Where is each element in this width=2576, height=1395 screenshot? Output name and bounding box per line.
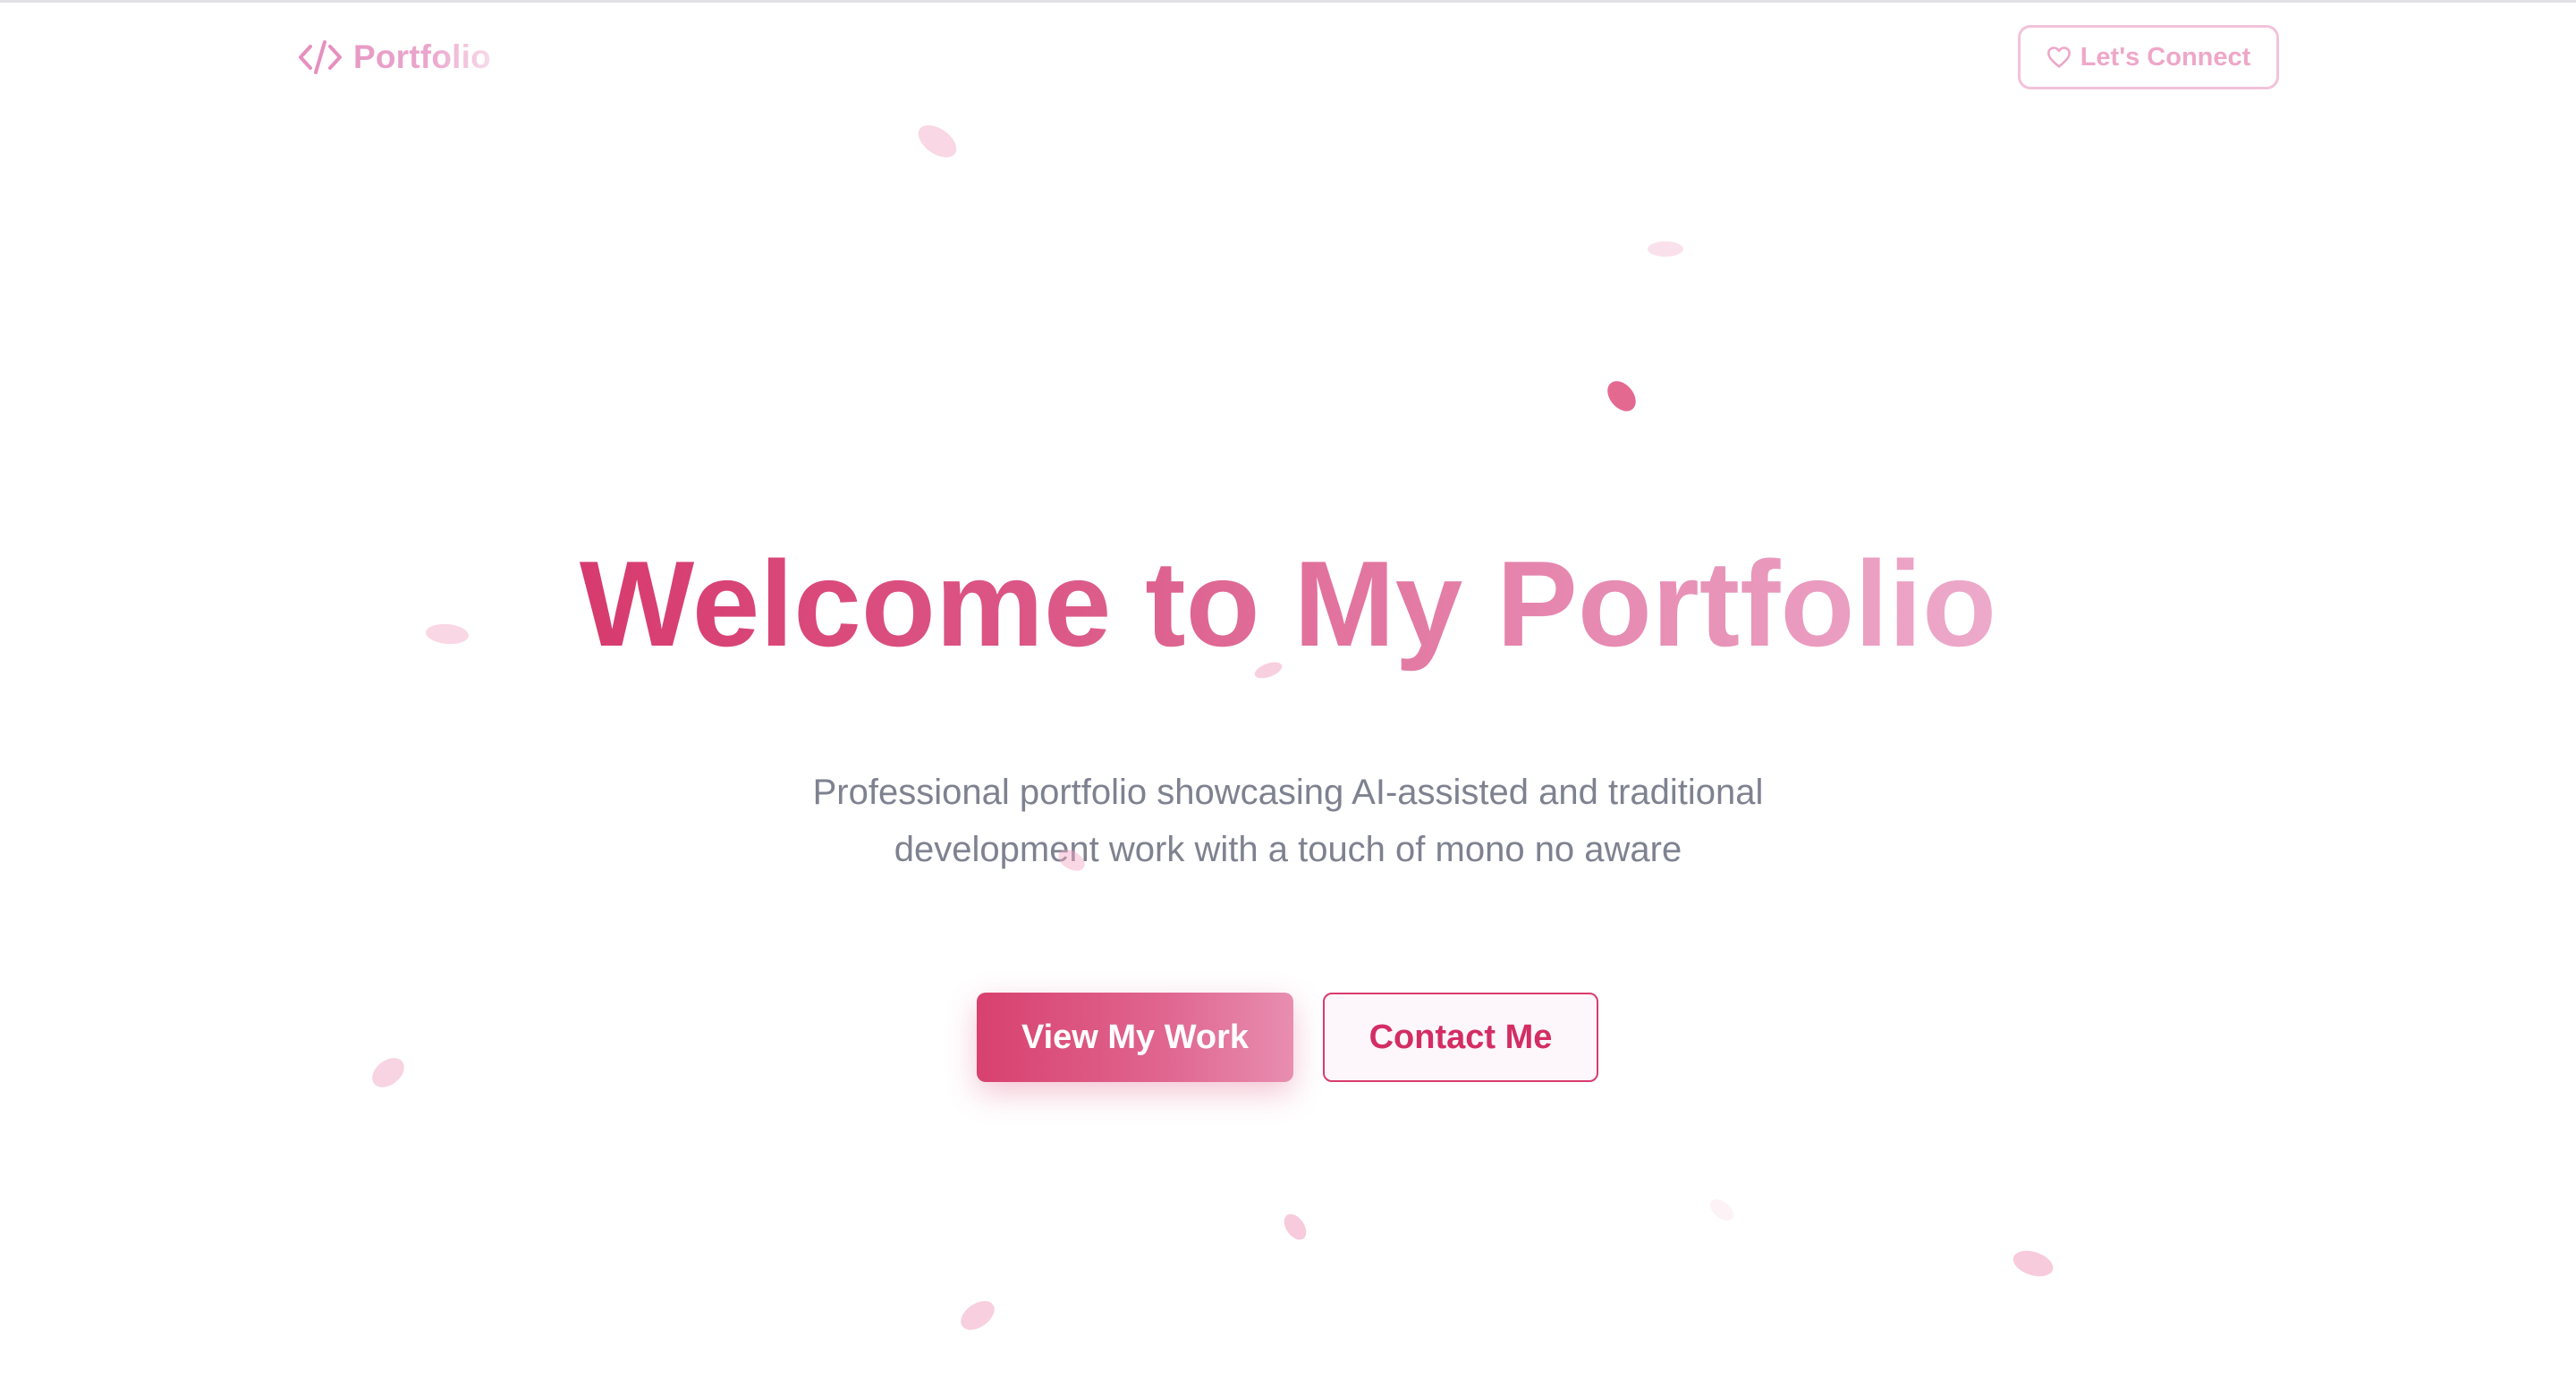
- contact-me-button[interactable]: Contact Me: [1323, 993, 1598, 1082]
- contact-me-label: Contact Me: [1368, 1018, 1553, 1056]
- hero-subtitle: Professional portfolio showcasing AI-ass…: [680, 764, 1896, 878]
- lets-connect-label: Let's Connect: [2080, 42, 2251, 72]
- view-my-work-label: View My Work: [1021, 1018, 1250, 1056]
- lets-connect-button[interactable]: Let's Connect: [2018, 25, 2279, 89]
- logo-text: Portfolio: [353, 38, 491, 75]
- view-my-work-button[interactable]: View My Work: [977, 993, 1293, 1082]
- sakura-petal-icon: [1706, 1195, 1738, 1225]
- sakura-petal-icon: [1648, 241, 1683, 257]
- nav-logo[interactable]: Portfolio: [298, 34, 491, 80]
- sakura-petal-icon: [1601, 376, 1642, 417]
- code-icon: [298, 38, 343, 77]
- hero-title-text: Welcome to My Portfolio: [579, 536, 1997, 672]
- hero-subtitle-line-2: development work with a touch of mono no…: [894, 830, 1682, 869]
- heart-icon: [2046, 46, 2072, 69]
- sakura-petal-icon: [912, 118, 962, 165]
- sakura-petal-icon: [1279, 1210, 1311, 1244]
- sakura-petal-icon: [955, 1295, 1000, 1336]
- hero-title: Welcome to My Portfolio: [0, 528, 2576, 680]
- sakura-petal-icon: [2010, 1246, 2056, 1281]
- sakura-petal-icon: [366, 1052, 411, 1094]
- hero-subtitle-line-1: Professional portfolio showcasing AI-ass…: [812, 773, 1764, 812]
- top-border: [0, 0, 2576, 3]
